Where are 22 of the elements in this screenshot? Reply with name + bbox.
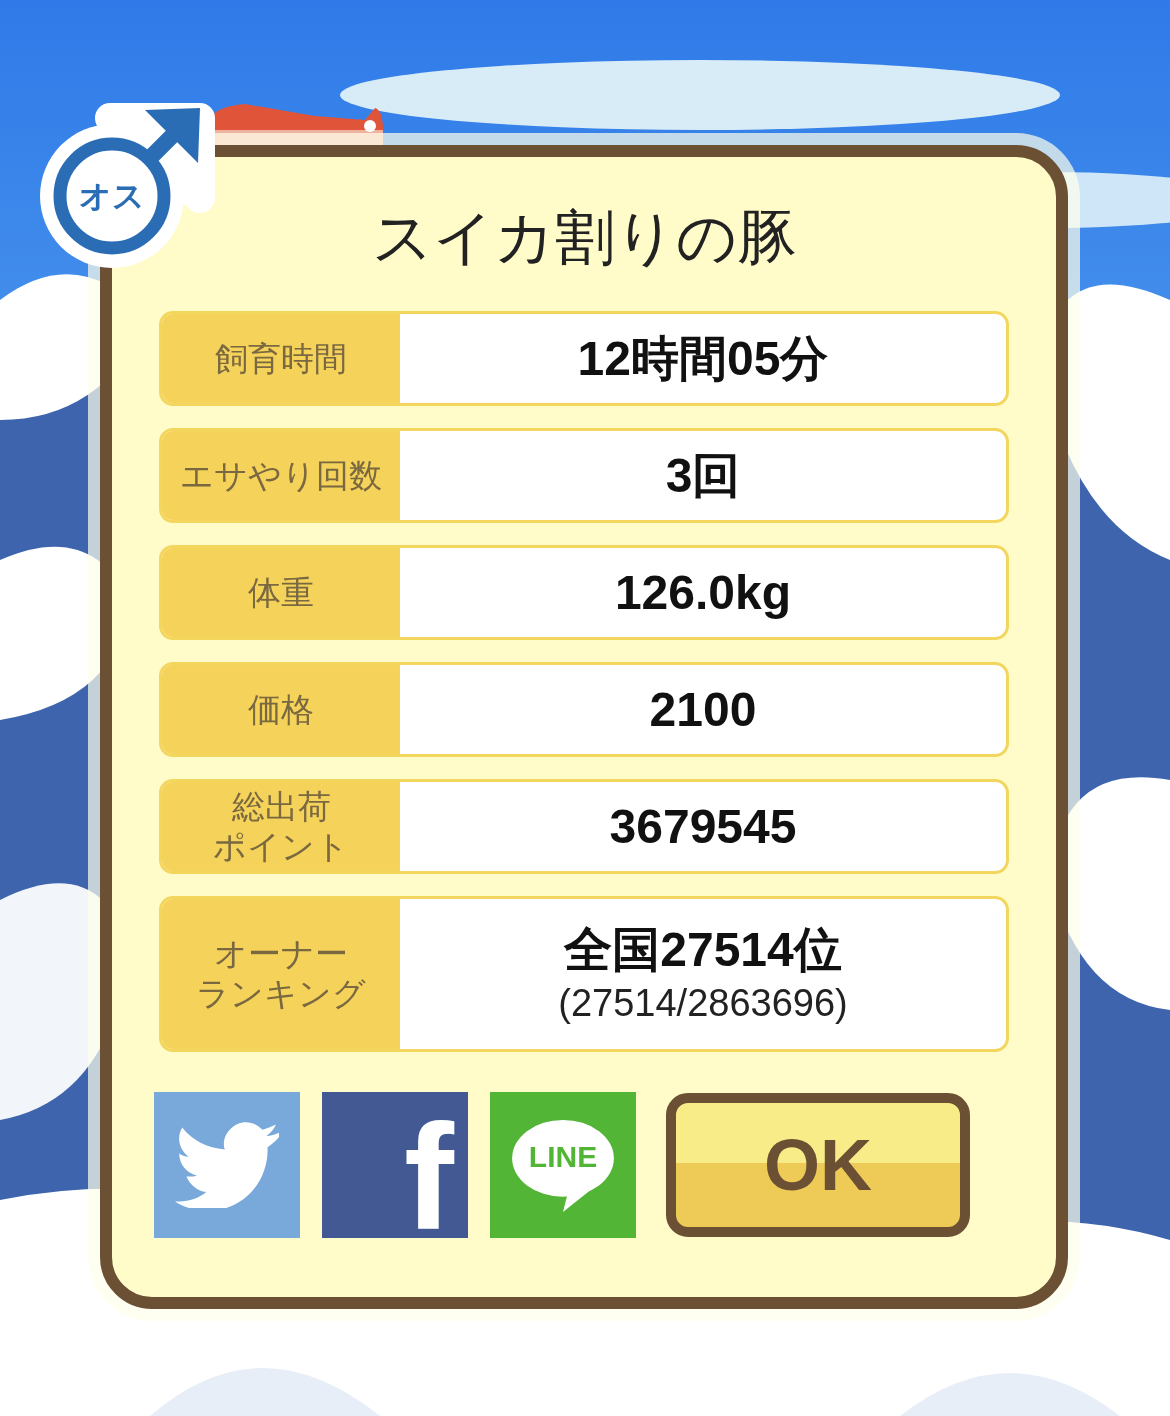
stat-label: 価格 xyxy=(162,665,400,754)
facebook-logo-text: f xyxy=(404,1116,454,1238)
dialog-title: スイカ割りの豚 xyxy=(371,201,797,274)
stat-label: 総出荷 ポイント xyxy=(162,782,400,871)
bird-icon xyxy=(175,1122,279,1208)
stat-label: オーナー ランキング xyxy=(162,899,400,1049)
stat-label: エサやり回数 xyxy=(162,431,400,520)
facebook-button[interactable]: f xyxy=(322,1092,468,1238)
stat-label: 体重 xyxy=(162,548,400,637)
stat-detail: (27514/2863696) xyxy=(558,981,848,1026)
stat-value: 12時間05分 xyxy=(577,330,829,387)
line-button[interactable]: LINE xyxy=(490,1092,636,1238)
twitter-button[interactable] xyxy=(154,1092,300,1238)
speech-bubble-icon xyxy=(510,1118,616,1214)
stat-value: 3679545 xyxy=(609,798,797,855)
stat-value: 126.0kg xyxy=(614,564,792,621)
stat-value: 2100 xyxy=(649,681,757,738)
stat-label: 飼育時間 xyxy=(162,314,400,403)
line-logo-text: LINE xyxy=(528,1140,598,1174)
ok-button[interactable]: OK xyxy=(666,1093,970,1237)
stat-value: 全国27514位 xyxy=(564,922,842,978)
stat-value: 3回 xyxy=(665,447,741,504)
